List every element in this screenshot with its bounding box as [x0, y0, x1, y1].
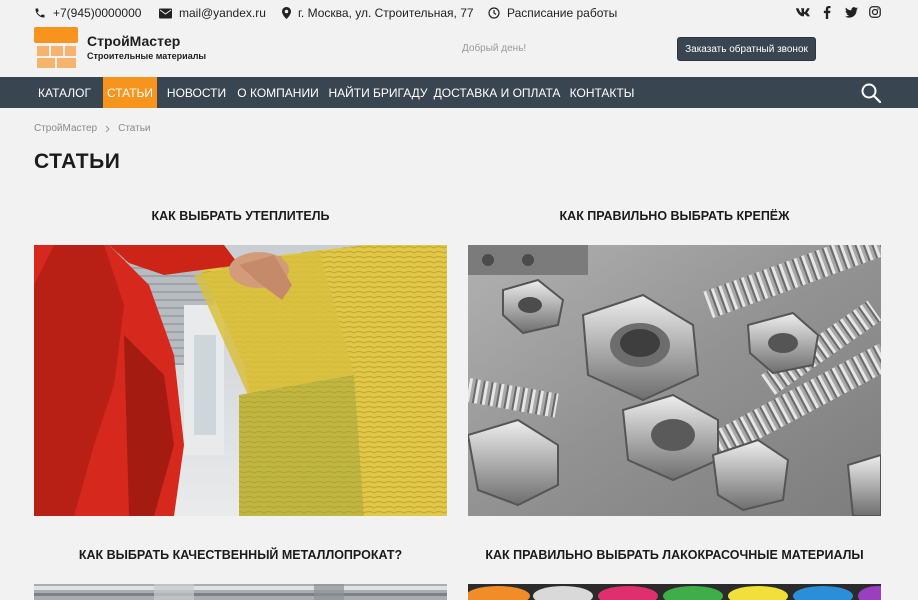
article-title-insulation[interactable]: КАК ВЫБРАТЬ УТЕПЛИТЕЛЬ — [34, 209, 447, 223]
map-pin-icon — [282, 7, 291, 19]
breadcrumb-current: Статьи — [118, 123, 151, 134]
article-image-fasteners[interactable] — [468, 245, 881, 516]
clock-icon — [488, 7, 500, 19]
main-nav: КАТАЛОГ СТАТЬИ НОВОСТИ О КОМПАНИИ НАЙТИ … — [0, 77, 918, 108]
address-text: г. Москва, ул. Строительная, 77 — [298, 6, 474, 20]
greeting-text: Добрый день! — [462, 43, 527, 54]
breadcrumb-home[interactable]: СтройМастер — [34, 123, 97, 134]
address-link[interactable]: г. Москва, ул. Строительная, 77 — [282, 6, 474, 20]
callback-button[interactable]: Заказать обратный звонок — [677, 37, 816, 61]
article-title-metal[interactable]: КАК ВЫБРАТЬ КАЧЕСТВЕННЫЙ МЕТАЛЛОПРОКАТ? — [34, 548, 447, 562]
facebook-icon[interactable] — [820, 5, 834, 19]
envelope-icon — [159, 8, 172, 18]
search-icon — [861, 83, 882, 104]
nav-item-find-team[interactable]: НАЙТИ БРИГАДУ — [328, 77, 428, 108]
phone-link[interactable]: +7(945)0000000 — [34, 6, 141, 20]
nav-item-news[interactable]: НОВОСТИ — [165, 77, 228, 108]
schedule-text: Расписание работы — [507, 6, 618, 20]
top-info-bar: +7(945)0000000 mail@yandex.ru г. Москва,… — [0, 0, 918, 26]
breadcrumb: СтройМастер Статьи — [34, 123, 151, 134]
brand-tagline: Строительные материалы — [87, 51, 207, 61]
phone-number: +7(945)0000000 — [53, 6, 142, 20]
nav-item-about[interactable]: О КОМПАНИИ — [236, 77, 320, 108]
article-title-fasteners[interactable]: КАК ПРАВИЛЬНО ВЫБРАТЬ КРЕПЁЖ — [468, 209, 881, 223]
bricks-logo-icon — [34, 27, 78, 68]
article-title-paints[interactable]: КАК ПРАВИЛЬНО ВЫБРАТЬ ЛАКОКРАСОЧНЫЕ МАТЕ… — [468, 548, 881, 562]
search-button[interactable] — [861, 83, 882, 104]
vk-icon[interactable] — [796, 5, 810, 19]
article-image-insulation[interactable] — [34, 245, 447, 516]
email-link[interactable]: mail@yandex.ru — [159, 6, 266, 20]
nav-item-articles[interactable]: СТАТЬИ — [103, 77, 157, 108]
instagram-icon[interactable] — [868, 5, 882, 19]
article-image-paints[interactable] — [468, 584, 881, 600]
nav-item-catalog[interactable]: КАТАЛОГ — [34, 77, 95, 108]
schedule-link[interactable]: Расписание работы — [488, 6, 617, 20]
phone-icon — [35, 8, 45, 18]
nav-item-delivery[interactable]: ДОСТАВКА И ОПЛАТА — [434, 77, 561, 108]
email-address: mail@yandex.ru — [179, 6, 266, 20]
twitter-icon[interactable] — [844, 5, 858, 19]
page-title: СТАТЬИ — [34, 150, 121, 173]
article-image-metal[interactable] — [34, 584, 447, 600]
nav-item-contacts[interactable]: КОНТАКТЫ — [566, 77, 638, 108]
brand-name[interactable]: СтройМастер — [87, 33, 180, 49]
brand-logo[interactable] — [34, 27, 78, 71]
chevron-right-icon — [105, 125, 110, 132]
social-links — [796, 5, 882, 19]
